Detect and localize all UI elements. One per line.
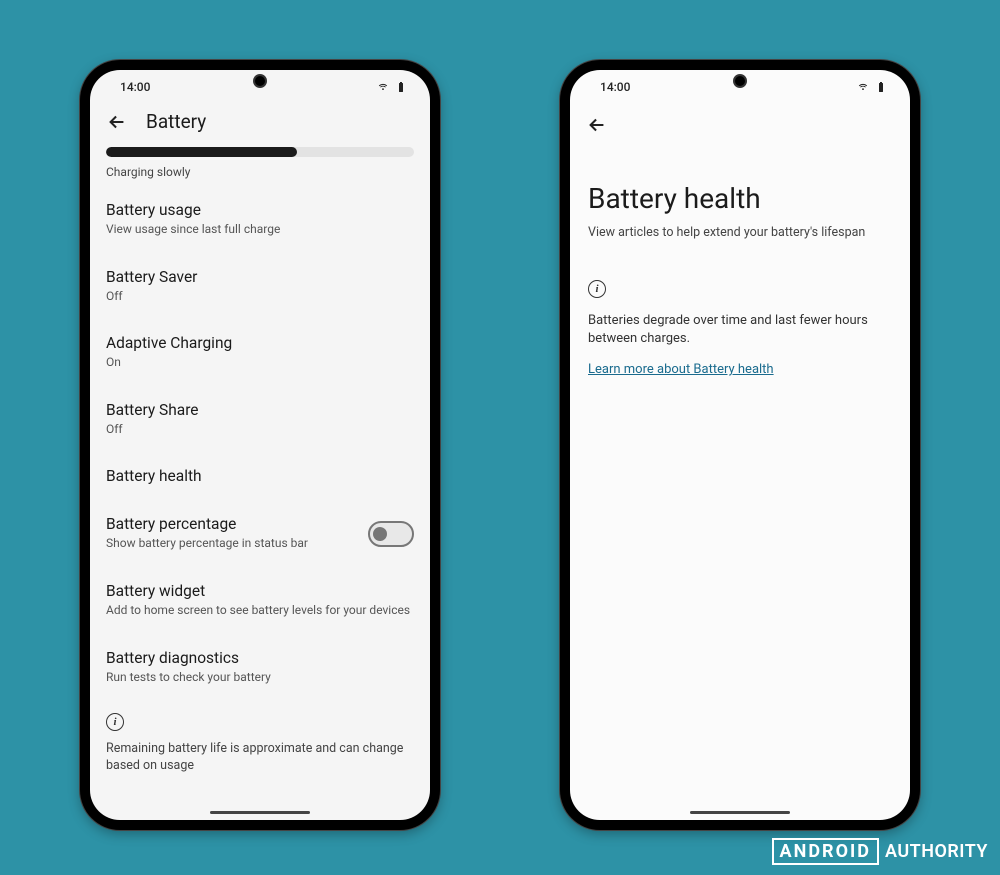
- phone-left: 14:00 Battery Charging slowly Battery us…: [80, 60, 440, 830]
- setting-sub: On: [106, 355, 414, 371]
- setting-title: Battery diagnostics: [106, 649, 414, 667]
- setting-sub: Off: [106, 289, 414, 305]
- battery-progress: Charging slowly: [106, 147, 414, 179]
- setting-title: Battery Share: [106, 401, 414, 419]
- phone-right: 14:00 Battery health View articles to he…: [560, 60, 920, 830]
- front-camera: [733, 74, 747, 88]
- back-icon[interactable]: [586, 114, 608, 136]
- nav-handle[interactable]: [690, 811, 790, 815]
- setting-battery-widget[interactable]: Battery widget Add to home screen to see…: [106, 566, 414, 633]
- info-icon: i: [588, 280, 606, 298]
- setting-battery-health[interactable]: Battery health: [106, 451, 414, 499]
- setting-sub: Show battery percentage in status bar: [106, 536, 368, 552]
- setting-sub: Off: [106, 422, 414, 438]
- app-bar: [570, 104, 910, 146]
- learn-more-link[interactable]: Learn more about Battery health: [588, 362, 774, 377]
- battery-icon: [394, 81, 408, 93]
- watermark-boxed: ANDROID: [772, 838, 879, 865]
- footer-note-text: Remaining battery life is approximate an…: [106, 741, 414, 775]
- nav-handle[interactable]: [210, 811, 310, 815]
- wifi-icon: [376, 81, 390, 93]
- info-body: Batteries degrade over time and last few…: [588, 312, 892, 348]
- watermark: ANDROID AUTHORITY: [772, 838, 988, 865]
- toggle-knob: [373, 527, 387, 541]
- setting-title: Battery widget: [106, 582, 414, 600]
- page-subtitle: View articles to help extend your batter…: [570, 225, 910, 280]
- page-title: Battery: [146, 110, 206, 133]
- battery-icon: [874, 81, 888, 93]
- setting-battery-saver[interactable]: Battery Saver Off: [106, 252, 414, 319]
- watermark-text: AUTHORITY: [885, 841, 988, 862]
- setting-battery-usage[interactable]: Battery usage View usage since last full…: [106, 185, 414, 252]
- battery-progress-fill: [106, 147, 297, 157]
- front-camera: [253, 74, 267, 88]
- status-time: 14:00: [600, 80, 630, 94]
- setting-adaptive-charging[interactable]: Adaptive Charging On: [106, 318, 414, 385]
- setting-sub: View usage since last full charge: [106, 222, 414, 238]
- battery-percentage-toggle[interactable]: [368, 521, 414, 547]
- status-time: 14:00: [120, 80, 150, 94]
- setting-title: Battery health: [106, 467, 414, 485]
- wifi-icon: [856, 81, 870, 93]
- app-bar: Battery: [90, 104, 430, 143]
- charging-status: Charging slowly: [106, 165, 414, 179]
- setting-battery-diagnostics[interactable]: Battery diagnostics Run tests to check y…: [106, 633, 414, 700]
- back-icon[interactable]: [106, 111, 128, 133]
- info-icon: i: [106, 713, 124, 731]
- footer-note: i Remaining battery life is approximate …: [106, 699, 414, 775]
- setting-title: Battery usage: [106, 201, 414, 219]
- setting-title: Battery Saver: [106, 268, 414, 286]
- setting-title: Battery percentage: [106, 515, 368, 533]
- setting-sub: Run tests to check your battery: [106, 670, 414, 686]
- setting-sub: Add to home screen to see battery levels…: [106, 603, 414, 619]
- page-title: Battery health: [570, 146, 910, 225]
- setting-battery-share[interactable]: Battery Share Off: [106, 385, 414, 452]
- setting-title: Adaptive Charging: [106, 334, 414, 352]
- setting-battery-percentage[interactable]: Battery percentage Show battery percenta…: [106, 499, 414, 566]
